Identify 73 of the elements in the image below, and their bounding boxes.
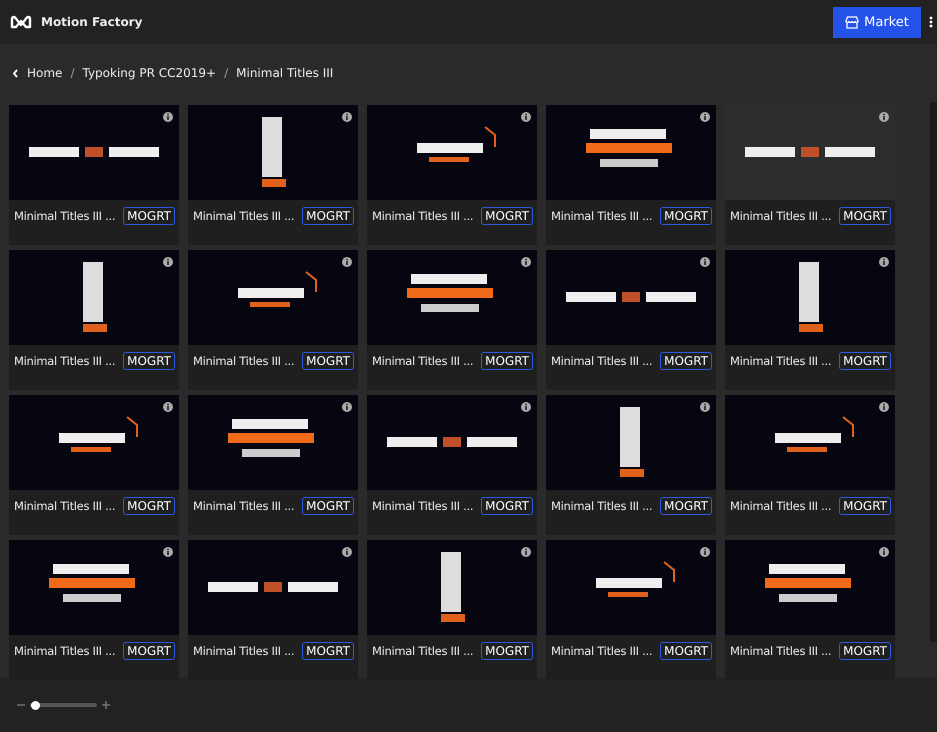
format-badge: MOGRT [123,497,175,515]
format-badge: MOGRT [302,497,354,515]
info-icon[interactable] [342,402,352,412]
format-badge: MOGRT [481,497,533,515]
slider-thumb[interactable] [31,700,40,710]
info-icon[interactable] [879,112,889,122]
format-badge: MOGRT [481,207,533,225]
zoom-slider[interactable] [30,703,97,707]
format-badge: MOGRT [660,497,712,515]
card-title: Minimal Titles III ... [551,354,654,368]
format-badge: MOGRT [839,642,891,660]
card-title: Minimal Titles III ... [193,209,296,223]
format-badge: MOGRT [302,207,354,225]
info-icon[interactable] [879,547,889,557]
format-badge: MOGRT [839,497,891,515]
breadcrumb-link[interactable]: Home [27,66,62,80]
info-icon[interactable] [342,257,352,267]
breadcrumb-separator: / [70,66,74,80]
card-title: Minimal Titles III ... [372,354,474,368]
card-title: Minimal Titles III ... [730,209,832,223]
info-icon[interactable] [879,402,889,412]
info-icon[interactable] [521,257,531,267]
card-title: Minimal Titles III ... [193,354,296,368]
format-badge: MOGRT [481,352,533,370]
info-icon[interactable] [163,112,173,122]
card-title: Minimal Titles III ... [551,209,654,223]
card-title: Minimal Titles III ... [193,499,296,513]
info-icon[interactable] [342,547,352,557]
card-title: Minimal Titles III ... [14,644,116,658]
info-icon[interactable] [163,402,173,412]
info-icon[interactable] [163,547,173,557]
card-title: Minimal Titles III ... [551,644,654,658]
format-badge: MOGRT [660,207,712,225]
breadcrumb-link[interactable]: Minimal Titles III [236,66,334,80]
card-title: Minimal Titles III ... [372,644,474,658]
market-button[interactable]: Market [833,6,921,38]
logo-icon [10,15,32,29]
format-badge: MOGRT [123,352,175,370]
info-icon[interactable] [521,402,531,412]
format-badge: MOGRT [660,352,712,370]
card-title: Minimal Titles III ... [14,499,116,513]
card-title: Minimal Titles III ... [372,209,474,223]
card-title: Minimal Titles III ... [730,644,832,658]
info-icon[interactable] [700,402,710,412]
app-title: Motion Factory [41,15,144,29]
format-badge: MOGRT [481,642,533,660]
format-badge: MOGRT [123,642,175,660]
zoom-in-icon[interactable] [102,701,110,709]
card-title: Minimal Titles III ... [372,499,474,513]
info-icon[interactable] [700,257,710,267]
card-title: Minimal Titles III ... [730,499,832,513]
format-badge: MOGRT [302,352,354,370]
info-icon[interactable] [163,257,173,267]
info-icon[interactable] [521,547,531,557]
info-icon[interactable] [700,112,710,122]
info-icon[interactable] [879,257,889,267]
info-icon[interactable] [521,112,531,122]
store-icon [845,16,860,28]
format-badge: MOGRT [123,207,175,225]
card-title: Minimal Titles III ... [14,209,116,223]
info-icon[interactable] [342,112,352,122]
back-icon[interactable] [12,68,19,78]
format-badge: MOGRT [839,207,891,225]
breadcrumb-separator: / [224,66,228,80]
card-title: Minimal Titles III ... [193,644,296,658]
info-icon[interactable] [700,547,710,557]
card-title: Minimal Titles III ... [730,354,832,368]
card-title: Minimal Titles III ... [551,499,654,513]
breadcrumb-link[interactable]: Typoking PR CC2019+ [82,66,216,80]
card-title: Minimal Titles III ... [14,354,116,368]
format-badge: MOGRT [660,642,712,660]
format-badge: MOGRT [302,642,354,660]
format-badge: MOGRT [839,352,891,370]
